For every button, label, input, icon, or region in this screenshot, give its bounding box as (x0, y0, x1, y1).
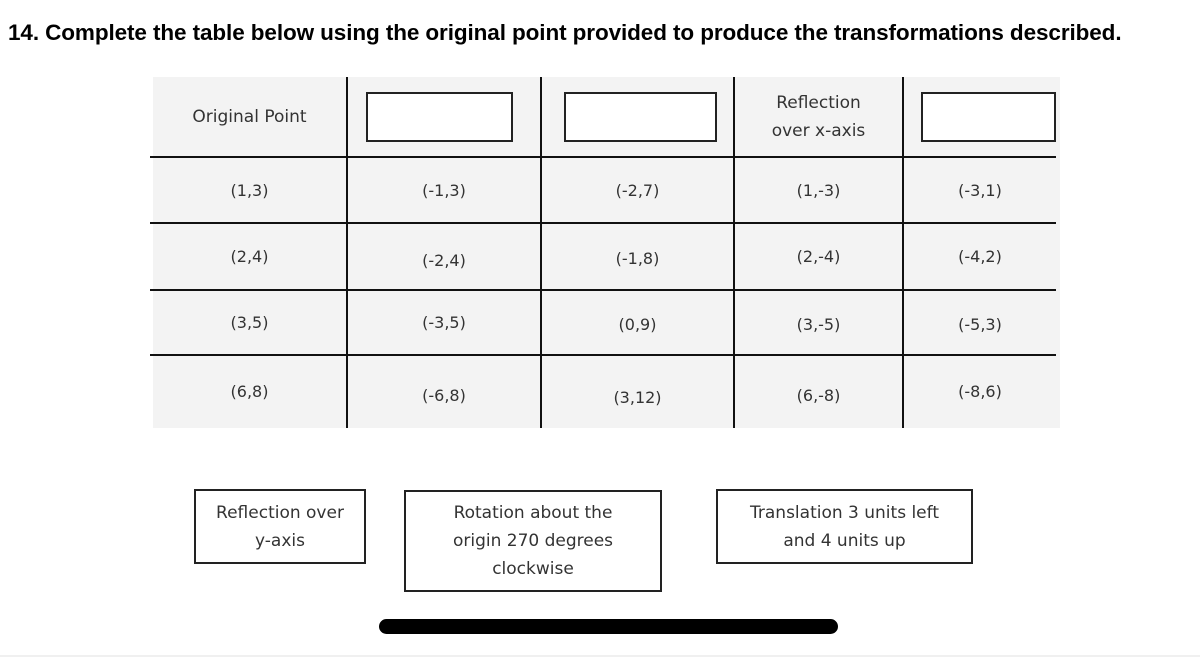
table-cell: (3,5) (230, 313, 269, 332)
label-line: y-axis (255, 530, 305, 551)
header-reflection-x-axis: Reflection over x-axis (735, 77, 902, 156)
table-cell: (3,12) (613, 387, 662, 407)
label-line: Reflection over (216, 502, 344, 523)
table-cell: (0,9) (618, 315, 657, 334)
table-cell: (-4,2) (958, 247, 1002, 266)
table-cell: (-1,3) (422, 180, 466, 200)
table-cell: (2,4) (230, 247, 269, 266)
table-cell: (-3,5) (422, 313, 466, 332)
table-cell: (3,-5) (796, 315, 841, 334)
table-cell: (-3,1) (958, 180, 1002, 200)
draggable-label-reflection-y-axis[interactable]: Reflection over y-axis (194, 489, 366, 564)
header-drop-target-1[interactable] (366, 92, 513, 142)
table-cell: (-8,6) (958, 381, 1002, 401)
draggable-label-translation[interactable]: Translation 3 units left and 4 units up (716, 489, 973, 564)
table-cell: (-6,8) (422, 385, 466, 405)
table-cell: (1,-3) (796, 180, 841, 200)
header-drop-target-3[interactable] (921, 92, 1056, 142)
horizontal-scrollbar[interactable] (379, 619, 838, 634)
label-line: Rotation about the (453, 503, 613, 523)
label-line: and 4 units up (783, 530, 906, 551)
table-cell: (-2,7) (615, 180, 660, 200)
header-reflection-x-axis-line1: Reflection (776, 92, 861, 113)
table-cell: (-5,3) (958, 315, 1002, 334)
table-cell: (1,3) (230, 180, 269, 200)
table-cell: (-1,8) (615, 249, 660, 268)
label-line: origin 270 degrees (452, 531, 614, 551)
label-line: Translation 3 units left (750, 502, 939, 523)
table-cell: (2,-4) (796, 247, 841, 266)
table-cell: (6,8) (230, 381, 269, 401)
draggable-label-rotation-270-cw[interactable]: Rotation about the origin 270 degrees cl… (404, 490, 662, 592)
question-prompt: 14. Complete the table below using the o… (8, 20, 1122, 45)
header-drop-target-2[interactable] (564, 92, 717, 142)
header-reflection-x-axis-line2: over x-axis (771, 120, 866, 141)
header-original-point: Original Point (192, 106, 307, 127)
label-line: clockwise (492, 559, 574, 579)
table-cell: (6,-8) (796, 385, 841, 405)
table-cell: (-2,4) (422, 251, 466, 270)
